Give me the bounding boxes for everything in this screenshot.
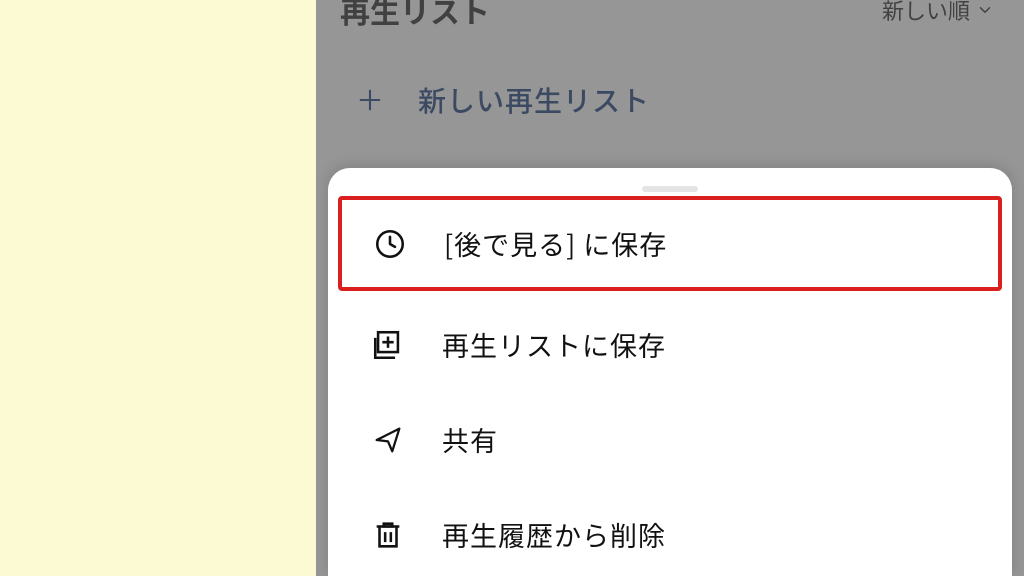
menu-label: 再生履歴から削除 bbox=[442, 515, 666, 554]
playlist-add-icon bbox=[370, 327, 406, 363]
bottom-sheet: [後で見る] に保存 再生リストに保存 共有 再生履歴から削除 bbox=[328, 168, 1012, 576]
menu-item-save-playlist[interactable]: 再生リストに保存 bbox=[336, 297, 1004, 392]
menu-item-watch-later[interactable]: [後で見る] に保存 bbox=[338, 196, 1002, 291]
menu-item-share[interactable]: 共有 bbox=[336, 392, 1004, 487]
menu-item-remove-history[interactable]: 再生履歴から削除 bbox=[336, 487, 1004, 576]
phone-viewport: 再生リスト 新しい順 新しい再生リスト [後で見る] に保存 再生リストに保存 bbox=[316, 0, 1024, 576]
menu-label: [後で見る] に保存 bbox=[444, 224, 667, 263]
menu-label: 共有 bbox=[442, 420, 498, 459]
menu-label: 再生リストに保存 bbox=[442, 325, 666, 364]
drag-handle[interactable] bbox=[642, 186, 698, 192]
clock-icon bbox=[372, 226, 408, 262]
trash-icon bbox=[370, 517, 406, 553]
share-icon bbox=[370, 422, 406, 458]
